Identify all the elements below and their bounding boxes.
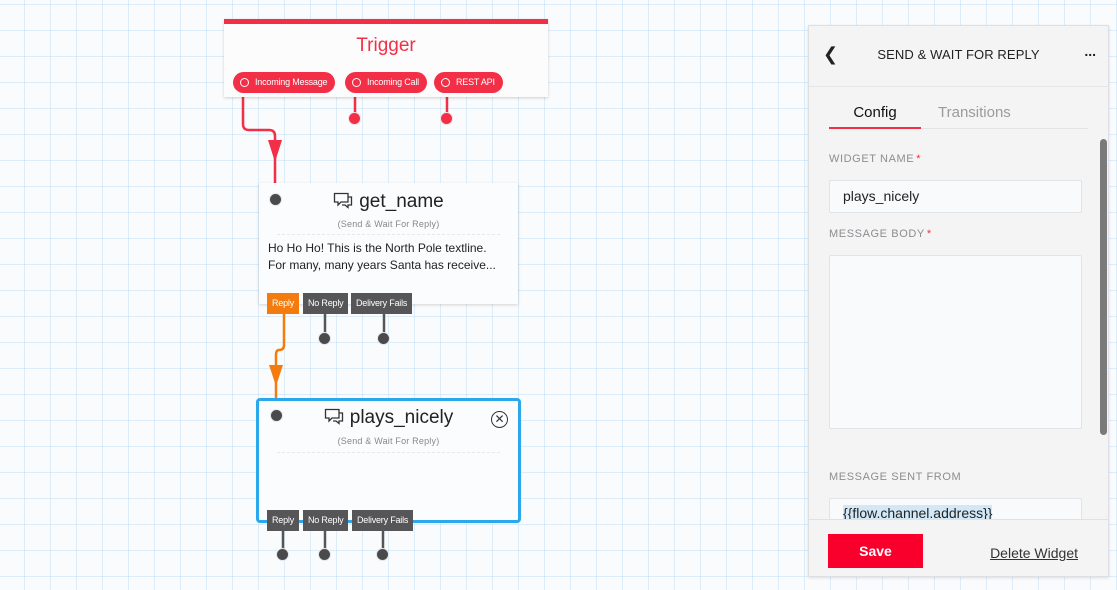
widget-plays-nicely[interactable]: plays_nicely (Send & Wait For Reply) ✕: [256, 398, 521, 523]
transition-delivery-fails[interactable]: Delivery Fails: [351, 293, 413, 314]
port-ring-icon: [240, 78, 249, 87]
wire-arrow-red: [268, 140, 282, 162]
widget-name-input[interactable]: plays_nicely: [829, 180, 1082, 213]
outport-delivery-fails[interactable]: [377, 332, 390, 345]
message-body-textarea[interactable]: [829, 255, 1082, 429]
transition-reply[interactable]: Reply: [267, 293, 300, 314]
widget-type: (Send & Wait For Reply): [337, 436, 440, 446]
outport-rest-api[interactable]: [440, 112, 453, 125]
outport-reply[interactable]: [276, 548, 289, 561]
widget-config-panel: ❮ SEND & WAIT FOR REPLY ... Config Trans…: [808, 25, 1109, 577]
wire-incoming-message-to-get-name: [241, 87, 277, 185]
message-sent-from-label: MESSAGE SENT FROM: [829, 471, 962, 483]
outport-no-reply[interactable]: [318, 332, 331, 345]
widget-body-preview: Ho Ho Ho! This is the North Pole textlin…: [268, 241, 496, 272]
trigger-title: Trigger: [356, 35, 416, 56]
divider: [277, 452, 500, 453]
panel-tabs: Config Transitions: [829, 104, 1088, 129]
widget-name-label: WIDGET NAME *: [829, 153, 922, 165]
port-ring-icon: [352, 78, 361, 87]
widget-type: (Send & Wait For Reply): [337, 219, 440, 229]
trigger-output-rest-api[interactable]: REST API: [434, 72, 503, 93]
widget-name: get_name: [359, 191, 444, 212]
tab-transitions[interactable]: Transitions: [938, 104, 1011, 129]
outport-delivery-fails[interactable]: [376, 548, 389, 561]
transition-reply[interactable]: Reply: [267, 510, 300, 531]
panel-scrollbar[interactable]: [1100, 139, 1107, 435]
message-body-label: MESSAGE BODY *: [829, 228, 932, 240]
transition-no-reply[interactable]: No Reply: [303, 510, 349, 531]
outport-incoming-call[interactable]: [348, 112, 361, 125]
transition-no-reply[interactable]: No Reply: [303, 293, 349, 314]
wire-reply-to-plays-nicely: [274, 314, 286, 400]
trigger-output-incoming-call[interactable]: Incoming Call: [345, 72, 427, 93]
required-marker: *: [926, 228, 932, 240]
trigger-output-incoming-message[interactable]: Incoming Message: [233, 72, 336, 93]
required-marker: *: [916, 153, 922, 165]
port-ring-icon: [441, 78, 450, 87]
delete-widget-link[interactable]: Delete Widget: [990, 545, 1078, 561]
widget-get-name[interactable]: get_name (Send & Wait For Reply) Ho Ho H…: [259, 183, 518, 314]
panel-header: ❮ SEND & WAIT FOR REPLY ...: [809, 26, 1108, 87]
widget-name: plays_nicely: [349, 407, 454, 428]
divider: [277, 234, 500, 235]
message-bubbles-icon: [324, 408, 343, 425]
close-icon[interactable]: ✕: [491, 411, 508, 428]
trigger-widget[interactable]: Trigger Incoming Message Incoming Call R…: [224, 19, 548, 97]
panel-footer: Save Delete Widget: [809, 519, 1108, 576]
wire-arrow-orange: [269, 365, 283, 386]
tab-config[interactable]: Config: [829, 104, 921, 129]
save-button[interactable]: Save: [828, 534, 923, 568]
transition-delivery-fails[interactable]: Delivery Fails: [352, 510, 414, 531]
message-bubbles-icon: [334, 192, 353, 209]
panel-title: SEND & WAIT FOR REPLY: [877, 47, 1040, 62]
more-options-button[interactable]: ...: [1084, 43, 1096, 59]
outport-no-reply[interactable]: [318, 548, 331, 561]
